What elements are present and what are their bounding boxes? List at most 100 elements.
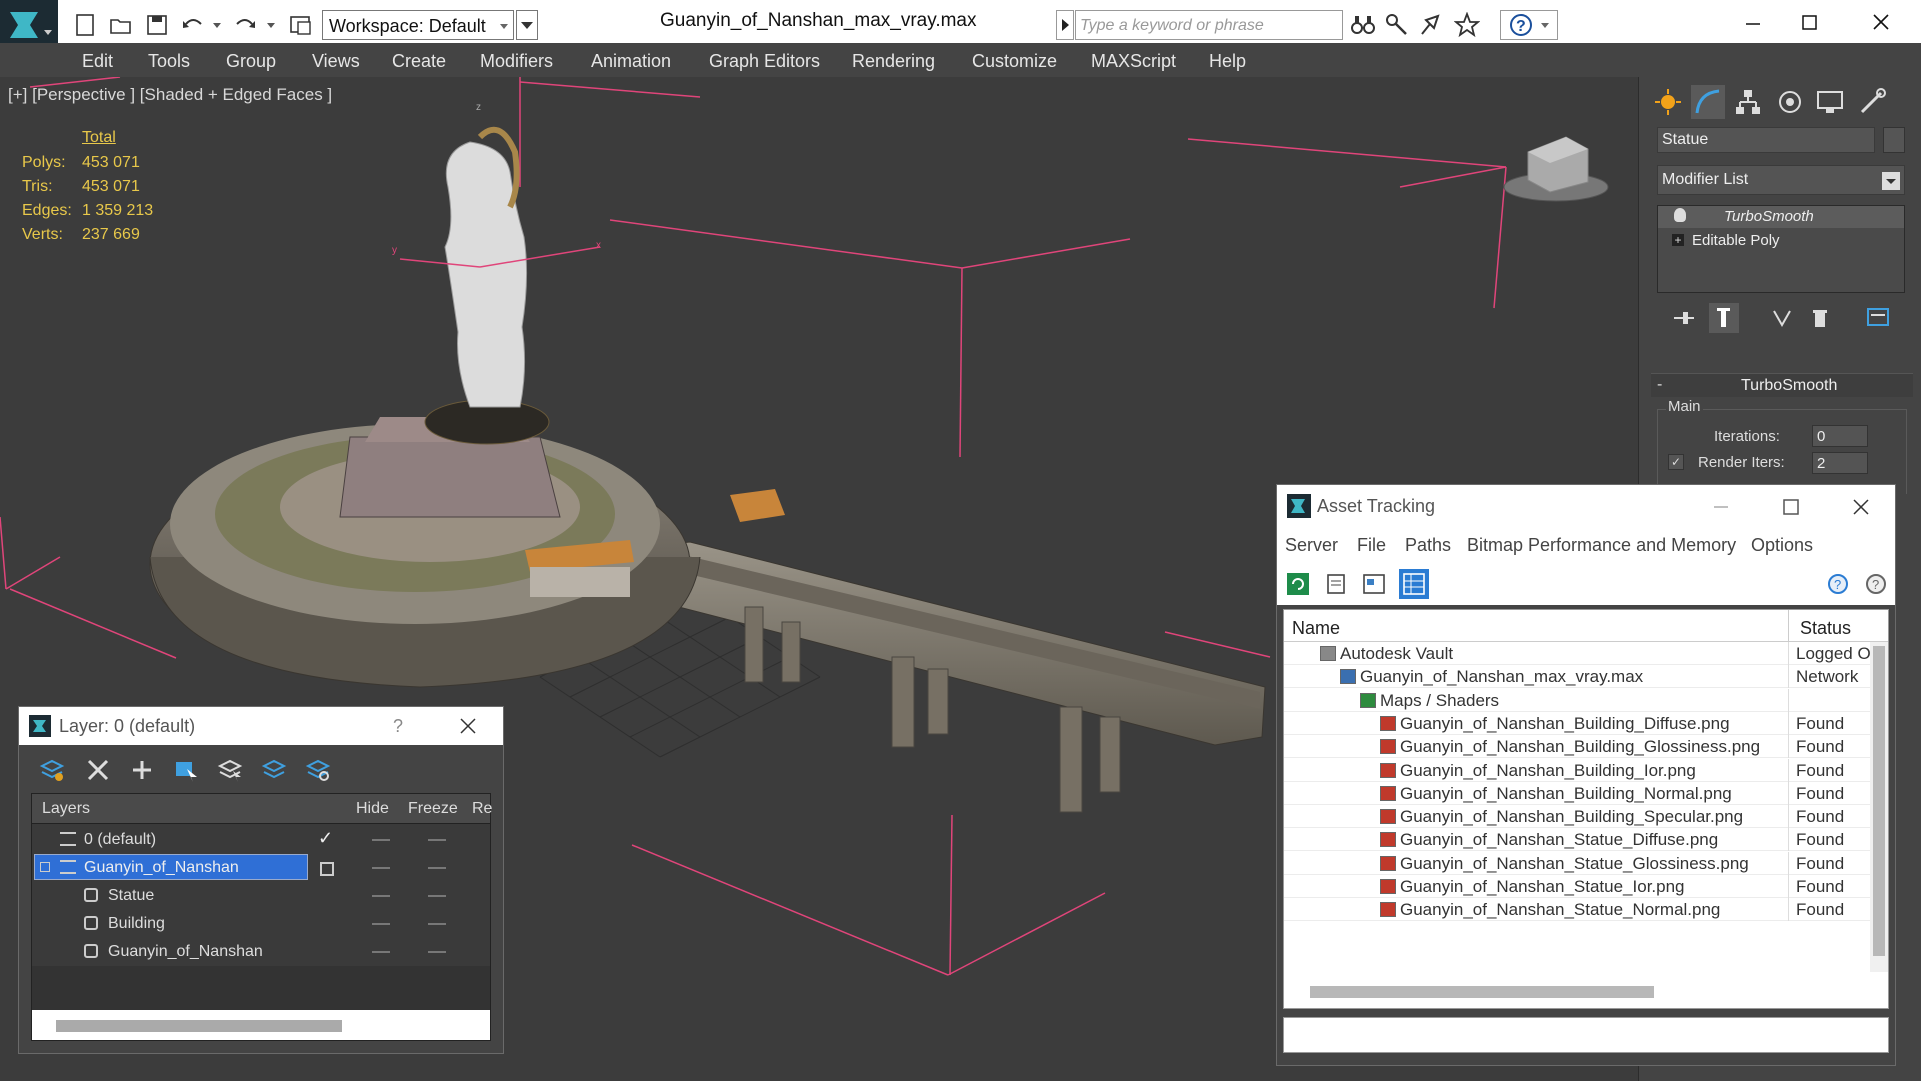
minimize-icon[interactable] <box>1711 497 1731 517</box>
lightbulb-icon[interactable] <box>1674 208 1686 222</box>
vertical-scrollbar[interactable] <box>1870 642 1888 972</box>
asset-row[interactable]: Maps / Shaders <box>1284 688 1870 712</box>
utilities-tab-icon[interactable] <box>1857 87 1887 117</box>
menu-modifiers[interactable]: Modifiers <box>480 51 553 72</box>
close-icon[interactable] <box>459 717 477 735</box>
project-folder-icon[interactable] <box>288 12 314 38</box>
new-file-icon[interactable] <box>72 12 98 38</box>
menu-maxscript[interactable]: MAXScript <box>1091 51 1176 72</box>
add-selected-icon[interactable] <box>129 757 155 783</box>
hierarchy-tab-icon[interactable] <box>1733 87 1763 117</box>
menu-animation[interactable]: Animation <box>591 51 671 72</box>
undo-icon[interactable] <box>180 12 206 38</box>
asset-menu-bitmap-performance[interactable]: Bitmap Performance and Memory <box>1467 535 1736 556</box>
search-expand-icon[interactable] <box>1056 10 1074 40</box>
object-name-field[interactable]: Statue <box>1657 127 1875 153</box>
highlight-selected-icon[interactable] <box>217 757 243 783</box>
scrollbar-thumb[interactable] <box>1873 646 1885 956</box>
asset-path-field[interactable] <box>1283 1017 1889 1053</box>
iterations-spinner[interactable]: 0 <box>1812 425 1868 447</box>
layer-properties-icon[interactable] <box>305 757 331 783</box>
col-render[interactable]: Re <box>472 800 492 818</box>
redo-icon[interactable] <box>232 12 258 38</box>
menu-graph-editors[interactable]: Graph Editors <box>709 51 820 72</box>
asset-row[interactable]: Autodesk Vault Logged O <box>1284 642 1871 665</box>
asset-row[interactable]: Guanyin_of_Nanshan_Statue_Normal.png Foun… <box>1284 898 1870 922</box>
binoculars-icon[interactable] <box>1350 12 1376 38</box>
workspace-menu-icon[interactable] <box>516 10 538 40</box>
asset-row[interactable]: Guanyin_of_Nanshan_Building_Ior.png Found <box>1284 758 1870 782</box>
asset-row[interactable]: Guanyin_of_Nanshan_Building_Specular.png… <box>1284 805 1870 829</box>
thumbnail-view-icon[interactable] <box>1361 571 1387 597</box>
table-view-icon[interactable] <box>1399 569 1429 599</box>
open-file-icon[interactable] <box>108 12 134 38</box>
modifier-item-turbosmooth[interactable]: TurboSmooth <box>1658 206 1904 228</box>
key-icon[interactable] <box>1384 12 1410 38</box>
maximize-icon[interactable] <box>1781 497 1801 517</box>
menu-group[interactable]: Group <box>226 51 276 72</box>
menu-views[interactable]: Views <box>312 51 360 72</box>
select-objects-icon[interactable] <box>173 757 199 783</box>
maximize-button[interactable] <box>1792 8 1826 38</box>
scrollbar-thumb[interactable] <box>1310 986 1654 998</box>
undo-dropdown-icon[interactable] <box>210 12 224 38</box>
menu-tools[interactable]: Tools <box>148 51 190 72</box>
object-color-swatch[interactable] <box>1883 127 1905 153</box>
menu-create[interactable]: Create <box>392 51 446 72</box>
display-tab-icon[interactable] <box>1815 87 1845 117</box>
help-icon[interactable]: ? <box>393 716 403 737</box>
delete-icon[interactable] <box>85 757 111 783</box>
asset-row[interactable]: Guanyin_of_Nanshan_Statue_Glossiness.png… <box>1284 851 1870 875</box>
favorites-star-icon[interactable] <box>1453 11 1481 38</box>
make-unique-icon[interactable] <box>1769 305 1795 331</box>
close-button[interactable] <box>1864 8 1898 38</box>
asset-menu-paths[interactable]: Paths <box>1405 535 1451 556</box>
refresh-icon[interactable] <box>1285 571 1311 597</box>
create-layer-icon[interactable] <box>39 757 65 783</box>
set-current-layer-icon[interactable] <box>261 757 287 783</box>
col-status[interactable]: Status <box>1800 618 1851 639</box>
menu-customize[interactable]: Customize <box>972 51 1057 72</box>
asset-menu-server[interactable]: Server <box>1285 535 1338 556</box>
col-hide[interactable]: Hide <box>356 800 389 818</box>
col-name[interactable]: Name <box>1292 618 1340 639</box>
search-input[interactable]: Type a keyword or phrase <box>1075 10 1343 40</box>
list-view-icon[interactable] <box>1323 571 1349 597</box>
pin-stack-icon[interactable] <box>1671 305 1697 331</box>
horizontal-scrollbar[interactable] <box>1284 976 1888 1008</box>
menu-rendering[interactable]: Rendering <box>852 51 935 72</box>
help-button[interactable]: ? <box>1500 10 1558 40</box>
col-layers[interactable]: Layers <box>42 800 90 818</box>
viewport-label[interactable]: [+] [Perspective ] [Shaded + Edged Faces… <box>8 85 332 105</box>
menu-help[interactable]: Help <box>1209 51 1246 72</box>
redo-dropdown-icon[interactable] <box>264 12 278 38</box>
asset-row[interactable]: Guanyin_of_Nanshan_Statue_Diffuse.png Fou… <box>1284 828 1870 852</box>
menu-edit[interactable]: Edit <box>82 51 113 72</box>
asset-row[interactable]: Guanyin_of_Nanshan_max_vray.max Network <box>1284 665 1870 689</box>
modify-tab-icon[interactable] <box>1691 85 1725 119</box>
column-divider[interactable] <box>1788 610 1789 642</box>
viewcube[interactable] <box>1500 127 1610 207</box>
asset-row[interactable]: Guanyin_of_Nanshan_Building_Glossiness.p… <box>1284 735 1870 759</box>
rollout-collapse-icon[interactable]: - <box>1657 376 1662 394</box>
minimize-button[interactable] <box>1736 8 1770 38</box>
vault-help-icon[interactable]: ? <box>1863 571 1889 597</box>
asset-row[interactable]: Guanyin_of_Nanshan_Statue_Ior.png Found <box>1284 875 1870 898</box>
col-freeze[interactable]: Freeze <box>408 800 458 818</box>
configure-sets-icon[interactable] <box>1865 305 1891 331</box>
connect-icon[interactable] <box>1418 12 1444 38</box>
turbosmooth-rollout-header[interactable]: - TurboSmooth <box>1651 373 1913 397</box>
asset-window-titlebar[interactable]: Asset Tracking <box>1277 485 1895 527</box>
checkbox-render-iters[interactable]: ✓ <box>1668 454 1684 470</box>
workspace-select[interactable]: Workspace: Default <box>322 10 514 40</box>
vault-login-icon[interactable]: ? <box>1825 571 1851 597</box>
asset-menu-options[interactable]: Options <box>1751 535 1813 556</box>
modifier-item-editable-poly[interactable]: + Editable Poly <box>1658 230 1904 252</box>
asset-menu-file[interactable]: File <box>1357 535 1386 556</box>
remove-modifier-icon[interactable] <box>1807 305 1833 331</box>
motion-tab-icon[interactable] <box>1775 87 1805 117</box>
render-iters-spinner[interactable]: 2 <box>1812 452 1868 474</box>
close-icon[interactable] <box>1851 497 1871 517</box>
scrollbar-thumb[interactable] <box>56 1020 342 1032</box>
layer-window-titlebar[interactable]: Layer: 0 (default) ? <box>19 707 503 745</box>
